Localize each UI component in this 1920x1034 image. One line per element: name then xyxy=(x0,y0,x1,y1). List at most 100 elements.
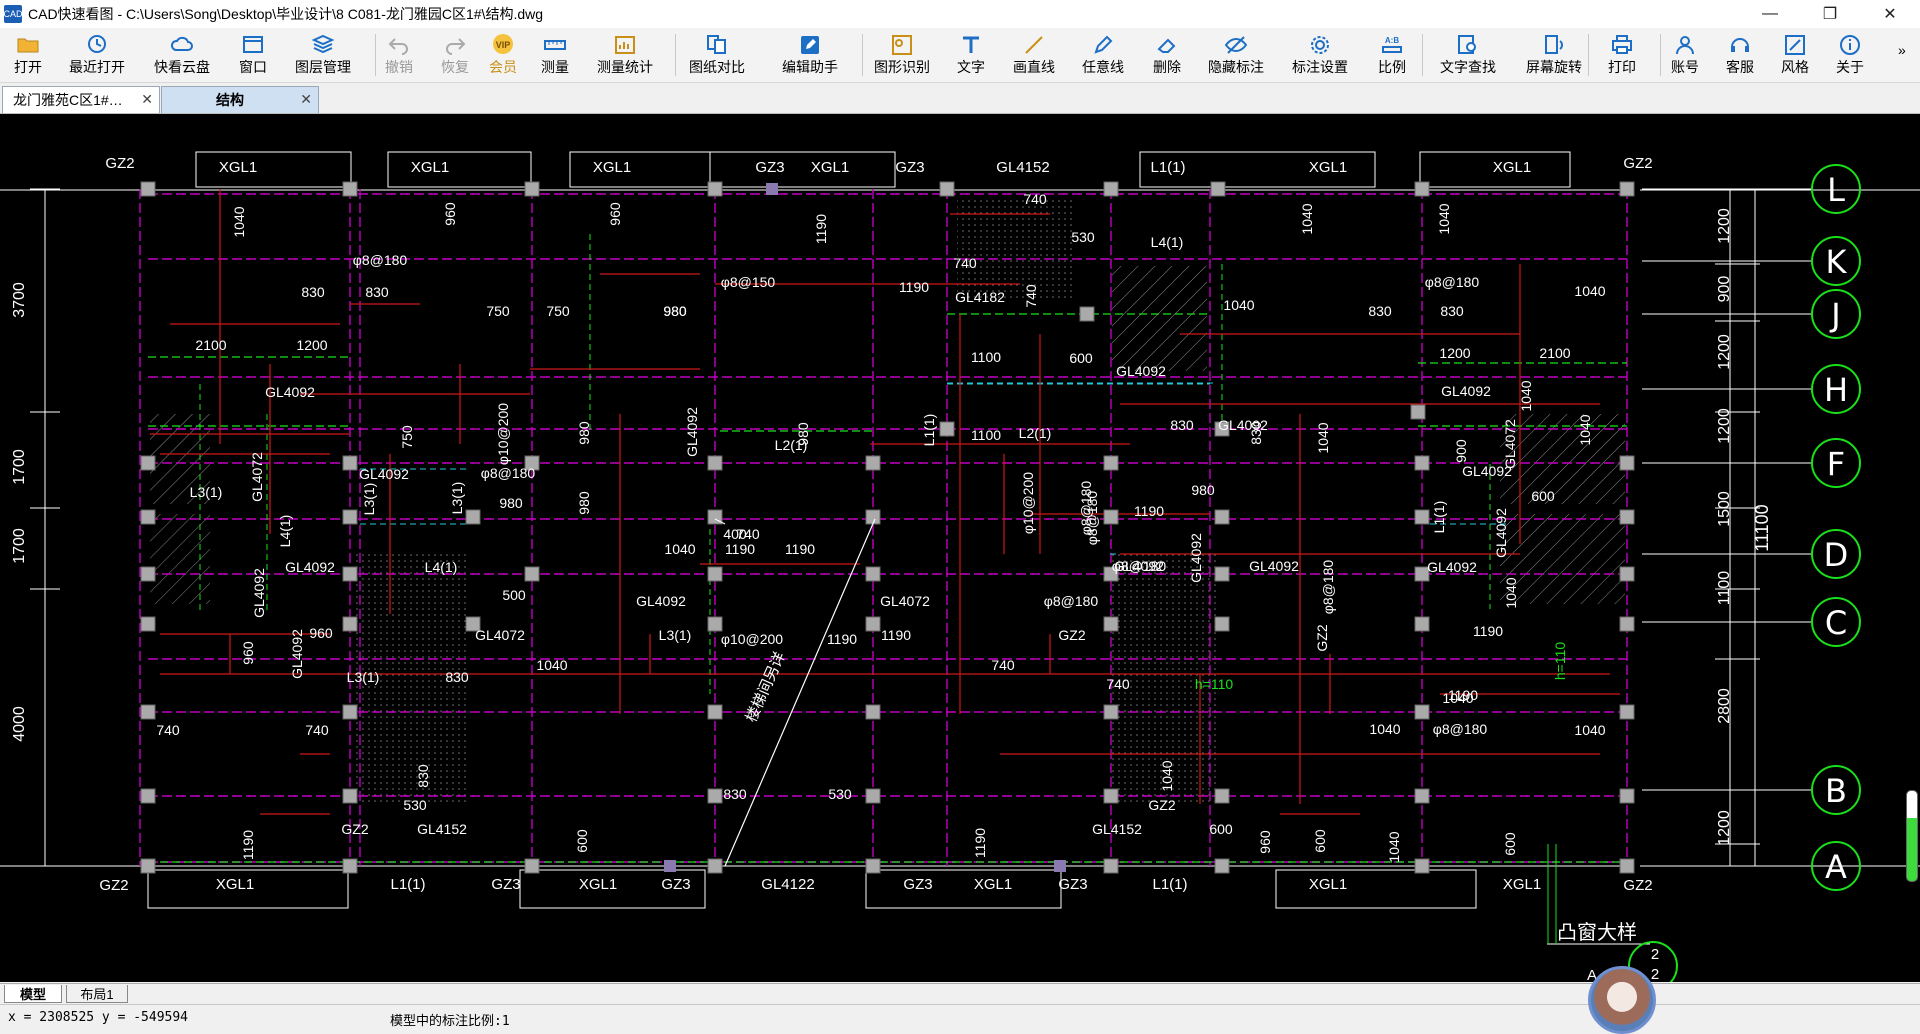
toolbar-stats-button[interactable]: 测量统计 xyxy=(595,30,655,80)
toolbar-hide-button[interactable]: 隐藏标注 xyxy=(1206,30,1266,80)
column xyxy=(664,860,676,872)
toolbar-ruler-button[interactable]: 测量 xyxy=(525,30,585,80)
toolbar-label: 会员 xyxy=(489,59,517,75)
drawing-annotation: GL4152 xyxy=(417,821,467,837)
top-beam-label: GZ3 xyxy=(755,159,784,176)
drawing-annotation: 600 xyxy=(1069,350,1093,366)
close-tab-icon[interactable]: ✕ xyxy=(141,91,153,108)
drawing-annotation: 750 xyxy=(486,303,510,319)
toolbar-label: 编辑助手 xyxy=(782,59,838,75)
tab-layout1[interactable]: 布局1 xyxy=(66,985,128,1003)
tab-longmen[interactable]: 龙门雅苑C区1#… ✕ xyxy=(2,86,160,113)
drawing-annotation: 830 xyxy=(1248,421,1264,445)
toolbar-label: 隐藏标注 xyxy=(1208,59,1264,75)
toolbar-find-button[interactable]: 文字查找 xyxy=(1438,30,1498,80)
toolbar-edit-button[interactable]: 编辑助手 xyxy=(780,30,840,80)
toolbar-pen-button[interactable]: 任意线 xyxy=(1073,30,1133,80)
drawing-annotation: 980 xyxy=(499,495,523,511)
hatched-slab xyxy=(1112,266,1207,371)
drawing-annotation: 1040 xyxy=(1369,721,1400,737)
toolbar-label: 测量 xyxy=(541,59,569,75)
toolbar-undo-button[interactable]: 撤销 xyxy=(369,30,429,80)
drawing-annotation: 740 xyxy=(1023,284,1039,308)
drawing-annotation: GL4072 xyxy=(249,452,265,502)
text-icon xyxy=(959,33,983,55)
column xyxy=(865,788,881,804)
toolbar-separator xyxy=(675,34,676,76)
top-beam-label: L1(1) xyxy=(1150,159,1185,176)
zoom-indicator[interactable] xyxy=(1906,790,1918,882)
toolbar-gear-button[interactable]: 标注设置 xyxy=(1290,30,1350,80)
toolbar-scale-button[interactable]: A:B 比例 xyxy=(1362,30,1422,80)
drawing-annotation: 600 xyxy=(1209,821,1233,837)
drawing-annotation: GL4092 xyxy=(684,407,700,457)
toolbar-label: 图层管理 xyxy=(295,59,351,75)
toolbar-vip-button[interactable]: VIP 会员 xyxy=(473,30,533,80)
right-dimension: 900 xyxy=(1716,276,1733,303)
toolbar-layers-button[interactable]: 图层管理 xyxy=(293,30,353,80)
drawing-annotation: 830 xyxy=(1440,303,1464,319)
toolbar-headset-button[interactable]: 客服 xyxy=(1710,30,1770,80)
tab-structure[interactable]: 结构 ✕ xyxy=(161,86,319,113)
total-dimension: 11100 xyxy=(1752,504,1772,551)
drawing-annotation: φ8@150 xyxy=(721,274,776,290)
column xyxy=(1214,566,1230,582)
toolbar-label: 任意线 xyxy=(1082,59,1124,75)
toolbar-line-button[interactable]: 画直线 xyxy=(1004,30,1064,80)
close-button[interactable]: ✕ xyxy=(1860,0,1920,28)
column xyxy=(707,455,723,471)
drawing-annotation: L3(1) xyxy=(190,484,223,500)
column xyxy=(1619,858,1635,874)
drawing-canvas[interactable]: L K J H F D C B A 1200 900 1200 1200 1500 1100 2800 1200… xyxy=(0,114,1920,982)
drawing-annotation: φ8@180 xyxy=(1425,274,1480,290)
top-beam-label: GZ3 xyxy=(895,159,924,176)
bottom-beam-label: XGL1 xyxy=(974,876,1012,893)
close-tab-icon[interactable]: ✕ xyxy=(300,91,312,108)
toolbar-more-icon[interactable]: » xyxy=(1898,42,1906,58)
toolbar-shape-button[interactable]: 图形识别 xyxy=(872,30,932,80)
column xyxy=(1619,181,1635,197)
drawing-annotation: GL4092 xyxy=(289,629,305,679)
drawing-annotation: h=110 xyxy=(1552,642,1568,680)
maximize-button[interactable]: ❐ xyxy=(1800,0,1860,28)
drawing-annotation: 740 xyxy=(156,722,180,738)
rotate-icon xyxy=(1542,33,1566,55)
drawing-annotation: GL4092 xyxy=(1441,383,1491,399)
toolbar-style-button[interactable]: 风格 xyxy=(1765,30,1825,80)
tab-model[interactable]: 模型 xyxy=(4,985,62,1003)
toolbar-printer-button[interactable]: 打印 xyxy=(1592,30,1652,80)
toolbar-label: 关于 xyxy=(1836,59,1864,75)
toolbar-label: 标注设置 xyxy=(1292,59,1348,75)
toolbar-clock-button[interactable]: 最近打开 xyxy=(67,30,127,80)
drawing-annotation: 1190 xyxy=(1134,503,1164,519)
toolbar-cloud-button[interactable]: 快看云盘 xyxy=(152,30,212,80)
toolbar-eraser-button[interactable]: 删除 xyxy=(1137,30,1197,80)
beam-outline xyxy=(387,151,532,188)
toolbar-text-button[interactable]: 文字 xyxy=(941,30,1001,80)
grid-label: C xyxy=(1825,604,1847,642)
drawing-annotation: 1040 xyxy=(1315,422,1331,453)
drawing-annotation: 1040 xyxy=(1386,831,1402,862)
column xyxy=(524,858,540,874)
drawing-annotation: 830 xyxy=(1368,303,1392,319)
bottom-beam-label: GZ3 xyxy=(661,876,690,893)
bottom-beam-label: XGL1 xyxy=(1309,876,1347,893)
avatar[interactable] xyxy=(1588,966,1656,1034)
column xyxy=(766,183,778,195)
drawing-annotation: L1(1) xyxy=(1431,501,1447,534)
grid-label: K xyxy=(1826,243,1848,281)
corner-label: GZ2 xyxy=(1623,155,1652,172)
toolbar-user-button[interactable]: 账号 xyxy=(1655,30,1715,80)
structural-drawing[interactable]: LKJHF DC BA 1200 900 1200 1200 1500 1100 2800 1200… xyxy=(0,114,1920,982)
toolbar-compare-button[interactable]: 图纸对比 xyxy=(687,30,747,80)
toolbar-window-button[interactable]: 窗口 xyxy=(223,30,283,80)
minimize-button[interactable]: — xyxy=(1740,0,1800,28)
scale-icon: A:B xyxy=(1380,33,1404,55)
toolbar-info-button[interactable]: 关于 xyxy=(1820,30,1880,80)
column xyxy=(707,704,723,720)
left-dimension: 1700 xyxy=(11,528,28,564)
style-icon xyxy=(1783,33,1807,55)
toolbar-rotate-button[interactable]: 屏幕旋转 xyxy=(1524,30,1584,80)
drawing-annotation: 740 xyxy=(305,722,329,738)
toolbar-folder-button[interactable]: 打开 xyxy=(0,30,58,80)
